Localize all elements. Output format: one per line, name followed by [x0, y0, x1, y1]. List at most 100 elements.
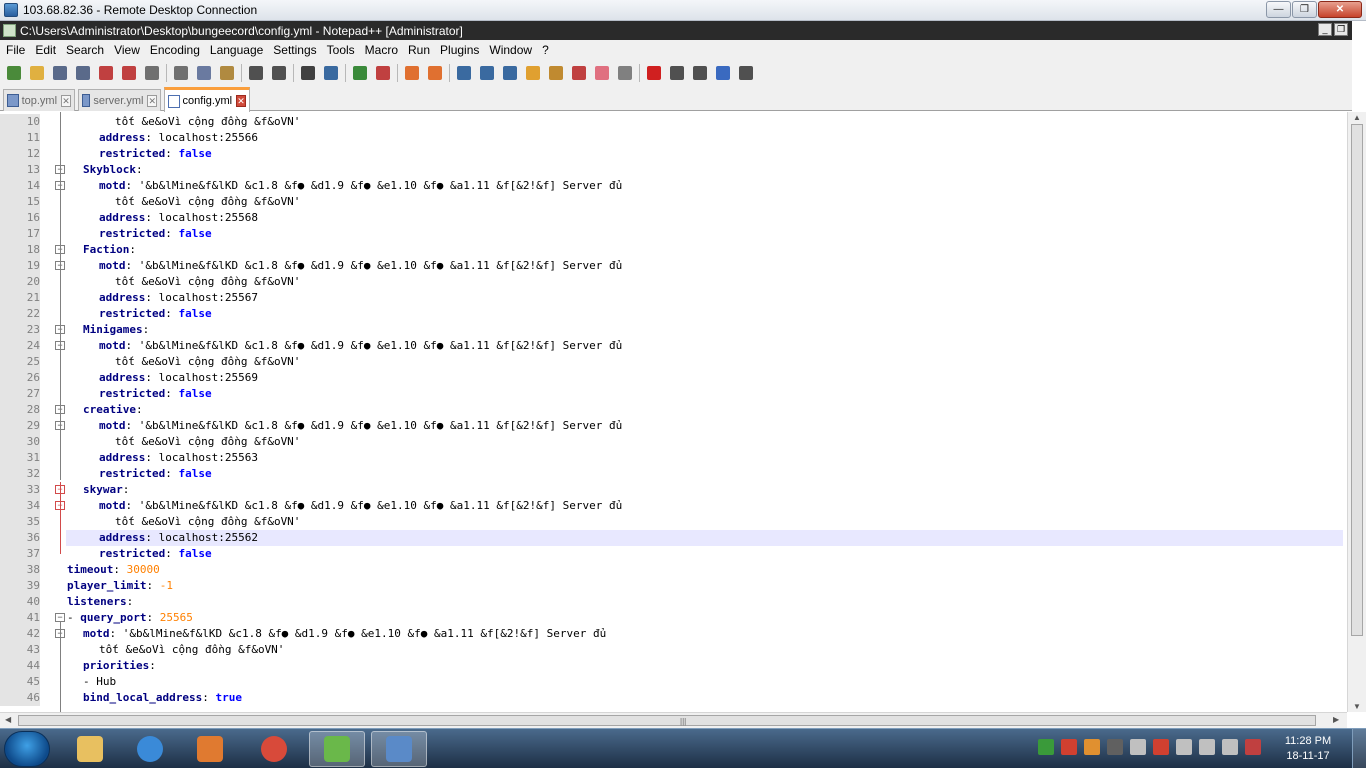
save-button[interactable] — [50, 63, 69, 82]
scroll-up-icon[interactable]: ▲ — [1353, 113, 1361, 122]
playback-button[interactable] — [690, 63, 709, 82]
line-number: 11 — [0, 130, 40, 146]
code-line: restricted: false — [99, 466, 212, 482]
tray-icon-7[interactable] — [1176, 739, 1192, 755]
zoom-in-icon — [352, 65, 367, 80]
close-all-button[interactable] — [119, 63, 138, 82]
print-button[interactable] — [142, 63, 161, 82]
menu-file[interactable]: File — [1, 43, 30, 57]
save-macro-button[interactable] — [736, 63, 755, 82]
tray-icon-2[interactable] — [1061, 739, 1077, 755]
replace-button[interactable] — [321, 63, 340, 82]
show-desktop-button[interactable] — [1352, 729, 1366, 768]
line-number: 21 — [0, 290, 40, 306]
internet-explorer-icon — [137, 736, 163, 762]
code-line: creative: — [83, 402, 143, 418]
rdp-close-button[interactable]: ✕ — [1318, 1, 1362, 18]
tray-icon-1[interactable] — [1038, 739, 1054, 755]
menu-edit[interactable]: Edit — [30, 43, 61, 57]
sync-vertical-button[interactable] — [402, 63, 421, 82]
save-all-button[interactable] — [73, 63, 92, 82]
tray-icon-10[interactable] — [1245, 739, 1261, 755]
code-token: : localhost:25568 — [145, 211, 258, 224]
media-player-taskbar-button[interactable] — [182, 731, 238, 767]
clock[interactable]: 11:28 PM 18-11-17 — [1278, 734, 1338, 764]
menu-plugins[interactable]: Plugins — [435, 43, 484, 57]
scroll-down-icon[interactable]: ▼ — [1353, 702, 1361, 711]
tray-icon-9[interactable] — [1222, 739, 1238, 755]
vertical-scrollbar[interactable]: ▲ ▼ — [1347, 112, 1366, 712]
doc-map-button[interactable] — [546, 63, 565, 82]
menu-view[interactable]: View — [109, 43, 145, 57]
menu-language[interactable]: Language — [205, 43, 268, 57]
tab-close-icon[interactable]: ✕ — [61, 94, 71, 107]
minimize-button[interactable]: _ — [1318, 23, 1332, 36]
menu-macro[interactable]: Macro — [360, 43, 403, 57]
chrome-taskbar-button[interactable] — [246, 731, 302, 767]
menu-run[interactable]: Run — [403, 43, 435, 57]
open-file-button[interactable] — [27, 63, 46, 82]
tray-icon-3[interactable] — [1084, 739, 1100, 755]
tray-icon-5[interactable] — [1130, 739, 1146, 755]
horizontal-scroll-thumb[interactable]: ||| — [18, 715, 1316, 726]
copy-button[interactable] — [194, 63, 213, 82]
stop-recording-button[interactable] — [667, 63, 686, 82]
start-button[interactable] — [4, 731, 50, 767]
folder-as-workspace-button[interactable] — [592, 63, 611, 82]
tab-config-yml[interactable]: config.yml ✕ — [164, 87, 250, 112]
cut-icon — [173, 65, 188, 80]
menu-search[interactable]: Search — [61, 43, 109, 57]
explorer-taskbar-button[interactable] — [62, 731, 118, 767]
paste-button[interactable] — [217, 63, 236, 82]
function-list-button[interactable] — [569, 63, 588, 82]
tray-icon-4[interactable] — [1107, 739, 1123, 755]
notepadpp-taskbar-button[interactable] — [309, 731, 365, 767]
redo-button[interactable] — [269, 63, 288, 82]
tray-icon-8[interactable] — [1199, 739, 1215, 755]
line-number: 34 — [0, 498, 40, 514]
close-button[interactable] — [96, 63, 115, 82]
menu-encoding[interactable]: Encoding — [145, 43, 205, 57]
tab-close-icon[interactable]: ✕ — [147, 94, 157, 107]
zoom-out-button[interactable] — [373, 63, 392, 82]
horizontal-scrollbar[interactable]: ◀ ||| ▶ — [0, 712, 1347, 728]
udl-button[interactable] — [523, 63, 542, 82]
record-macro-button[interactable] — [644, 63, 663, 82]
menu-tools[interactable]: Tools — [322, 43, 360, 57]
code-line: motd: '&b&lMine&f&lKD &c1.8 &f● &d1.9 &f… — [99, 418, 622, 434]
internet-explorer-taskbar-button[interactable] — [122, 731, 178, 767]
line-number: 35 — [0, 514, 40, 530]
restore-button[interactable]: ❐ — [1334, 23, 1348, 36]
tray-icon-6[interactable] — [1153, 739, 1169, 755]
show-all-characters-button[interactable] — [477, 63, 496, 82]
code-token: Faction — [83, 243, 130, 256]
playback-icon — [692, 65, 707, 80]
rdp-restore-button[interactable]: ❐ — [1292, 1, 1317, 18]
rdp-minimize-button[interactable]: — — [1266, 1, 1291, 18]
remote-desktop-taskbar-button[interactable] — [371, 731, 427, 767]
fold-toggle-icon[interactable]: − — [55, 613, 65, 622]
undo-button[interactable] — [246, 63, 265, 82]
menu-window[interactable]: Window — [484, 43, 537, 57]
vertical-scroll-thumb[interactable] — [1351, 124, 1363, 636]
line-number: 46 — [0, 690, 40, 706]
cut-button[interactable] — [171, 63, 190, 82]
indent-guide-button[interactable] — [500, 63, 519, 82]
word-wrap-button[interactable] — [454, 63, 473, 82]
zoom-in-button[interactable] — [350, 63, 369, 82]
sync-horizontal-button[interactable] — [425, 63, 444, 82]
menu-settings[interactable]: Settings — [268, 43, 321, 57]
toolbar-separator — [449, 63, 450, 82]
tab-top-yml[interactable]: top.yml ✕ — [3, 89, 75, 111]
monitoring-button[interactable] — [615, 63, 634, 82]
menu-help[interactable]: ? — [537, 43, 554, 57]
tab-server-yml[interactable]: server.yml ✕ — [78, 89, 161, 111]
find-button[interactable] — [298, 63, 317, 82]
run-macro-multiple-button[interactable] — [713, 63, 732, 82]
scroll-left-icon[interactable]: ◀ — [5, 715, 11, 724]
new-file-button[interactable] — [4, 63, 23, 82]
scroll-right-icon[interactable]: ▶ — [1333, 715, 1339, 724]
editor[interactable]: 10 tốt &e&oVì cộng đồng &f&oVN' 11 address:… — [0, 112, 1347, 712]
tab-close-icon[interactable]: ✕ — [236, 95, 246, 107]
code-token: restricted — [99, 387, 166, 400]
